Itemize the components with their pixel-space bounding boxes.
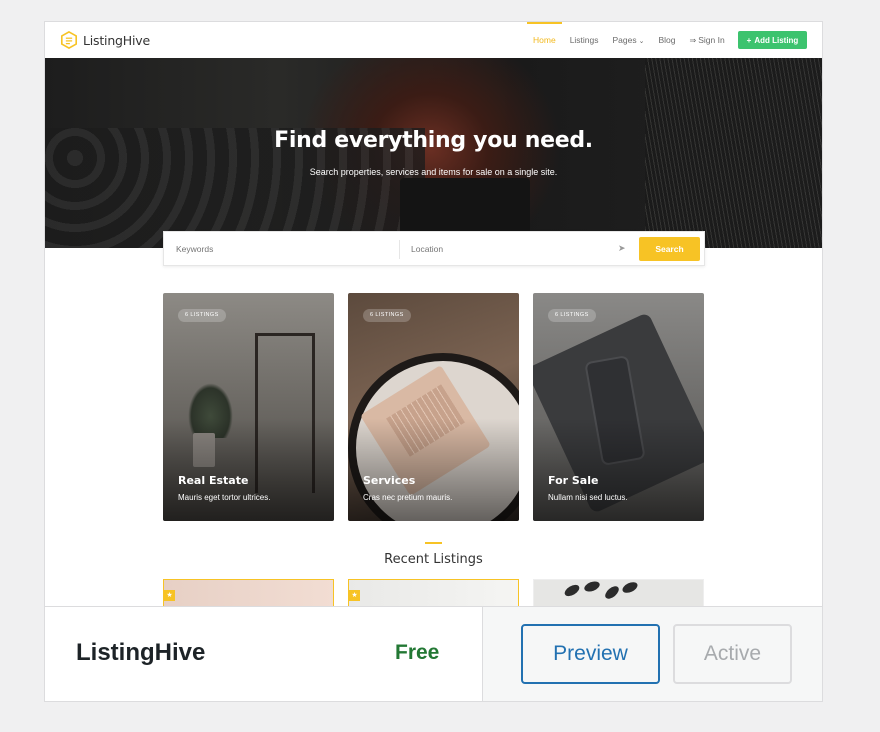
site-nav: Home Listings Pages ⌄ Blog ⇒ Sign In bbox=[527, 22, 739, 58]
listing-card[interactable]: ★ bbox=[163, 579, 334, 606]
search-button[interactable]: Search bbox=[639, 237, 700, 261]
search-divider bbox=[399, 240, 400, 259]
location-input[interactable] bbox=[411, 243, 611, 255]
category-title: For Sale bbox=[548, 474, 599, 487]
listing-count-badge: 6 LISTINGS bbox=[363, 309, 411, 322]
nav-sign-in[interactable]: ⇒ Sign In bbox=[690, 22, 725, 58]
category-description: Mauris eget tortor ultrices. bbox=[178, 493, 271, 502]
recent-listings-title: Recent Listings bbox=[384, 552, 483, 567]
site-logo-text: ListingHive bbox=[83, 32, 150, 48]
add-listing-button[interactable]: + Add Listing bbox=[738, 31, 807, 49]
star-icon: ★ bbox=[164, 590, 175, 601]
theme-name: ListingHive bbox=[76, 639, 206, 666]
category-title: Services bbox=[363, 474, 416, 487]
hero-plant-image bbox=[645, 58, 822, 248]
plus-icon: + bbox=[746, 35, 752, 45]
nav-sign-in-label: Sign In bbox=[698, 35, 725, 45]
category-title: Real Estate bbox=[178, 474, 249, 487]
listing-card[interactable]: ★ bbox=[348, 579, 519, 606]
category-card-services[interactable]: 6 LISTINGS Services Cras nec pretium mau… bbox=[348, 293, 519, 521]
preview-button[interactable]: Preview bbox=[521, 624, 660, 684]
leaf-image bbox=[582, 580, 602, 594]
location-arrow-icon[interactable]: ➤ bbox=[618, 243, 626, 254]
category-description: Cras nec pretium mauris. bbox=[363, 493, 453, 502]
nav-pages-label: Pages bbox=[612, 35, 637, 45]
add-listing-label: Add Listing bbox=[754, 35, 799, 45]
search-bar: ➤ Search bbox=[163, 231, 705, 266]
hexagon-logo-icon bbox=[60, 31, 78, 49]
listing-card[interactable] bbox=[533, 579, 704, 606]
listing-count-badge: 6 LISTINGS bbox=[548, 309, 596, 322]
keywords-input[interactable] bbox=[176, 243, 386, 255]
site-logo[interactable]: ListingHive bbox=[60, 31, 150, 49]
nav-listings[interactable]: Listings bbox=[570, 22, 599, 58]
active-button[interactable]: Active bbox=[673, 624, 792, 684]
section-accent-bar bbox=[425, 542, 442, 544]
theme-screenshot[interactable]: ListingHive Home Listings Pages ⌄ Blog ⇒ S… bbox=[45, 22, 822, 606]
sign-in-icon: ⇒ bbox=[689, 36, 697, 45]
category-description: Nullam nisi sed luctus. bbox=[548, 493, 628, 502]
leaf-image bbox=[602, 583, 622, 602]
listing-count-badge: 6 LISTINGS bbox=[178, 309, 226, 322]
theme-actions: Preview Active bbox=[482, 607, 822, 701]
theme-info-bar: ListingHive Free Preview Active bbox=[45, 606, 822, 701]
hero-subtitle: Search properties, services and items fo… bbox=[309, 167, 558, 177]
theme-price: Free bbox=[395, 641, 440, 664]
leaf-image bbox=[562, 582, 582, 599]
star-icon: ★ bbox=[349, 590, 360, 601]
nav-blog[interactable]: Blog bbox=[659, 22, 676, 58]
chevron-down-icon: ⌄ bbox=[638, 38, 645, 45]
category-card-real-estate[interactable]: 6 LISTINGS Real Estate Mauris eget torto… bbox=[163, 293, 334, 521]
site-header: ListingHive Home Listings Pages ⌄ Blog ⇒ S… bbox=[45, 22, 822, 58]
theme-card[interactable]: ListingHive Home Listings Pages ⌄ Blog ⇒ S… bbox=[44, 21, 823, 702]
nav-pages[interactable]: Pages ⌄ bbox=[613, 22, 645, 58]
nav-home[interactable]: Home bbox=[527, 22, 562, 58]
hero-title: Find everything you need. bbox=[274, 128, 593, 153]
category-card-for-sale[interactable]: 6 LISTINGS For Sale Nullam nisi sed luct… bbox=[533, 293, 704, 521]
hero-banner: Find everything you need. Search propert… bbox=[45, 58, 822, 248]
leaf-image bbox=[620, 580, 640, 595]
